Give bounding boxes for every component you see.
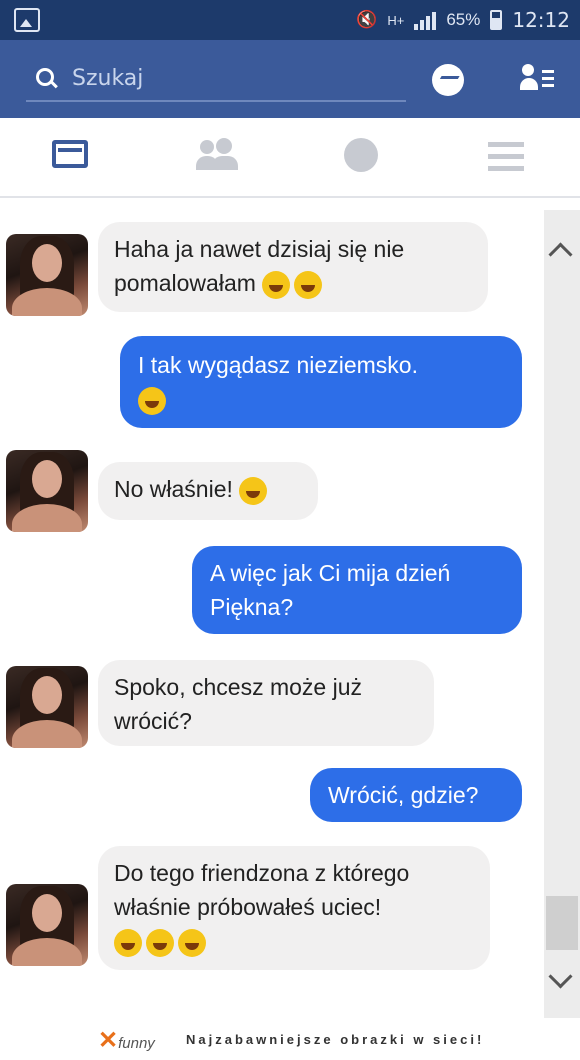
message-text: Spoko, chcesz może już wrócić? xyxy=(114,674,363,734)
avatar[interactable] xyxy=(6,450,88,532)
battery-percent: 65% xyxy=(446,10,481,29)
laughing-emoji-icon xyxy=(178,928,206,957)
laughing-emoji-icon xyxy=(146,928,174,957)
messenger-icon[interactable] xyxy=(432,64,464,96)
scrollbar[interactable] xyxy=(544,210,580,1018)
status-indicators: 🔇 H+ 65% 12:12 xyxy=(356,6,570,34)
laughing-emoji-icon xyxy=(114,928,142,957)
gallery-icon xyxy=(14,8,40,32)
laughing-emoji-icon xyxy=(262,270,291,299)
search-icon xyxy=(36,68,54,86)
site-tagline: Najzabawniejsze obrazki w sieci! xyxy=(186,1032,485,1047)
avatar[interactable] xyxy=(6,884,88,966)
avatar[interactable] xyxy=(6,234,88,316)
site-logo: ✕funny xyxy=(98,1027,155,1054)
message-incoming[interactable]: No właśnie! xyxy=(98,462,318,520)
network-type: H+ xyxy=(387,12,405,28)
message-text: No właśnie! xyxy=(114,476,233,502)
message-text: I tak wygądasz nieziemsko. xyxy=(138,352,418,378)
message-outgoing[interactable]: A więc jak Ci mija dzień Piękna? xyxy=(192,546,522,634)
clock: 12:12 xyxy=(512,8,570,32)
message-text: Haha ja nawet dzisiaj się nie pomalowała… xyxy=(114,236,405,296)
tab-friends[interactable] xyxy=(196,136,240,176)
watermark-footer: ✕funny Najzabawniejsze obrazki w sieci! xyxy=(0,1018,580,1060)
laughing-emoji-icon xyxy=(294,270,323,299)
grin-emoji-icon xyxy=(239,476,268,505)
message-incoming[interactable]: Haha ja nawet dzisiaj się nie pomalowała… xyxy=(98,222,488,312)
scroll-thumb[interactable] xyxy=(546,896,578,950)
message-outgoing[interactable]: Wrócić, gdzie? xyxy=(310,768,522,822)
status-bar: 🔇 H+ 65% 12:12 xyxy=(0,0,580,40)
smile-emoji-icon xyxy=(138,386,166,415)
message-text: A więc jak Ci mija dzień Piękna? xyxy=(210,560,451,620)
avatar[interactable] xyxy=(6,666,88,748)
tab-menu[interactable] xyxy=(488,136,532,176)
search-input[interactable] xyxy=(70,60,394,96)
search-bar xyxy=(0,40,580,118)
message-text: Do tego friendzona z którego właśnie pró… xyxy=(114,860,410,920)
message-incoming[interactable]: Spoko, chcesz może już wrócić? xyxy=(98,660,434,746)
tab-bar xyxy=(0,118,580,198)
message-outgoing[interactable]: I tak wygądasz nieziemsko. xyxy=(120,336,522,428)
chat-thread[interactable]: Haha ja nawet dzisiaj się nie pomalowała… xyxy=(0,198,544,1018)
tab-notifications[interactable] xyxy=(342,136,386,176)
vibrate-icon: 🔇 xyxy=(356,10,378,29)
globe-icon xyxy=(344,138,378,172)
battery-icon xyxy=(490,10,503,30)
scroll-down-icon[interactable] xyxy=(548,964,573,989)
scroll-up-icon[interactable] xyxy=(548,242,573,267)
tab-news-feed[interactable] xyxy=(50,136,94,176)
search-field[interactable] xyxy=(26,54,406,102)
message-incoming[interactable]: Do tego friendzona z którego właśnie pró… xyxy=(98,846,490,970)
friend-requests-icon[interactable] xyxy=(520,64,554,94)
signal-icon xyxy=(414,10,437,30)
news-feed-icon xyxy=(52,140,88,168)
message-text: Wrócić, gdzie? xyxy=(328,782,479,808)
